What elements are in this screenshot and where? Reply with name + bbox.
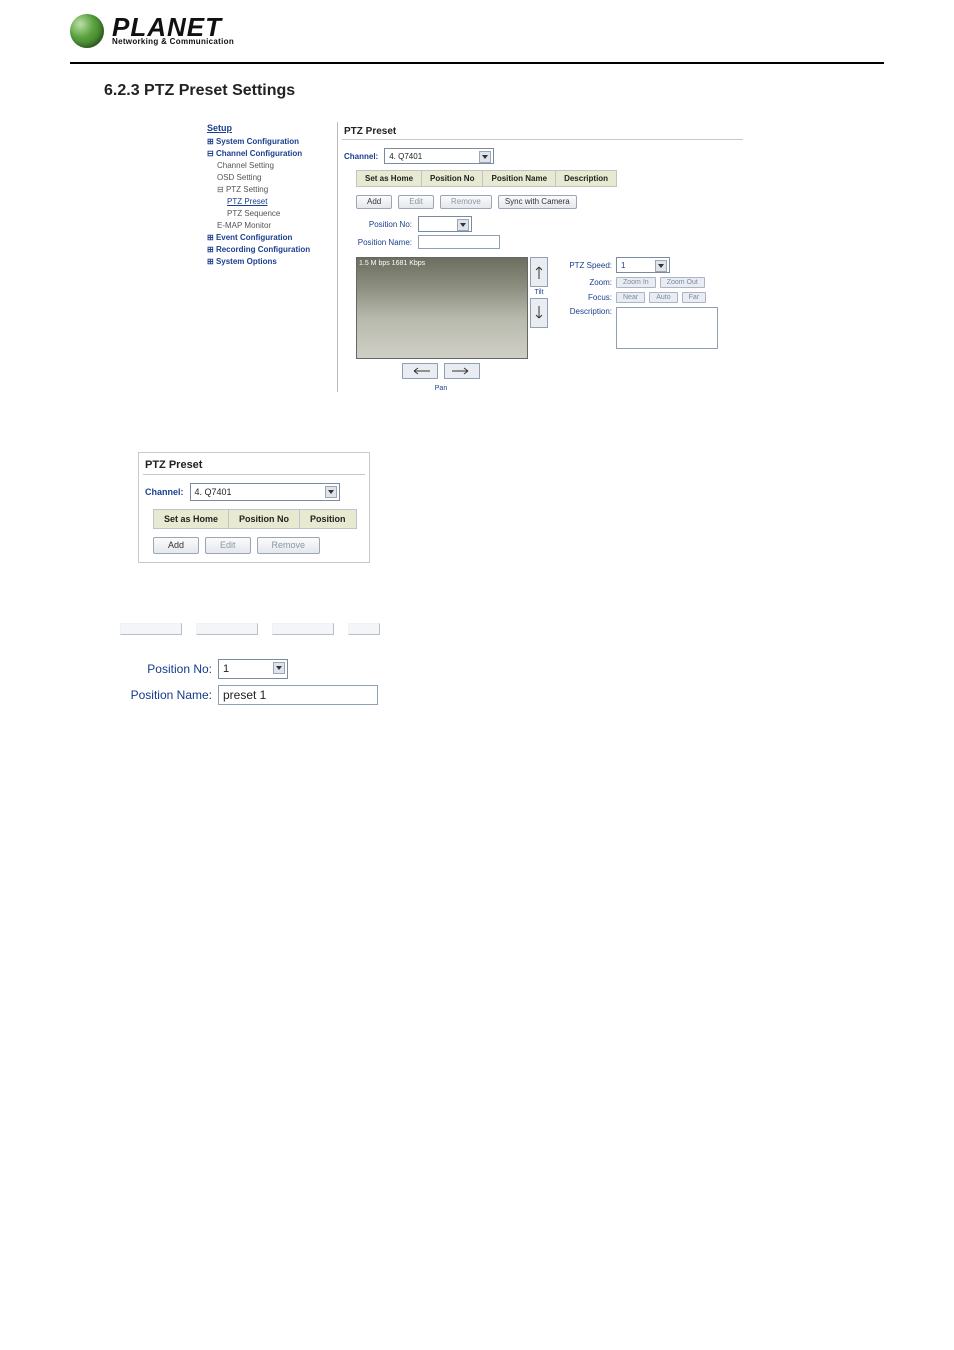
add-button[interactable]: Add	[356, 195, 392, 209]
remove-button[interactable]: Remove	[440, 195, 492, 209]
crop2-title: PTZ Preset	[139, 453, 369, 474]
tilt-label: Tilt	[534, 289, 543, 296]
ghost-button	[196, 623, 258, 635]
pan-right-button[interactable]	[444, 363, 480, 379]
col-description: Description	[556, 171, 616, 186]
focus-far-button[interactable]: Far	[682, 292, 707, 303]
focus-auto-button[interactable]: Auto	[649, 292, 677, 303]
crop3-position-name-input[interactable]: preset 1	[218, 685, 378, 705]
chevron-down-icon	[457, 219, 469, 231]
camera-preview: 1.5 M bps 1681 Kbps Pan	[356, 257, 526, 392]
brand-tagline: Networking & Communication	[112, 37, 234, 46]
crop3-position-no-label: Position No:	[120, 662, 212, 676]
position-no-select[interactable]	[418, 216, 472, 232]
screenshot-main: Setup ⊞ System Configuration ⊟ Channel C…	[207, 122, 747, 392]
nav-sidebar: Setup ⊞ System Configuration ⊟ Channel C…	[207, 122, 327, 392]
sidebar-item-system-options[interactable]: ⊞ System Options	[207, 256, 327, 268]
col-position-name: Position Name	[483, 171, 556, 186]
ghost-button	[348, 623, 380, 635]
camera-overlay: 1.5 M bps 1681 Kbps	[359, 260, 425, 267]
zoom-label: Zoom:	[562, 278, 612, 287]
position-name-label: Position Name:	[356, 238, 412, 247]
tilt-down-button[interactable]	[530, 298, 548, 328]
sidebar-item-ptz-setting[interactable]: ⊟ PTZ Setting	[207, 184, 327, 196]
sidebar-item-channel-config[interactable]: ⊟ Channel Configuration	[207, 148, 327, 160]
crop2-channel-select[interactable]: 4. Q7401	[190, 483, 340, 501]
col-set-as-home: Set as Home	[357, 171, 422, 186]
crop2-col3: Position	[300, 510, 356, 528]
sidebar-item-ptz-preset[interactable]: PTZ Preset	[207, 196, 327, 208]
ptz-preset-panel: PTZ Preset Channel: 4. Q7401 Set as Home…	[337, 122, 747, 392]
crop2-col1: Set as Home	[154, 510, 229, 528]
sidebar-item-ptz-sequence[interactable]: PTZ Sequence	[207, 208, 327, 220]
zoom-in-button[interactable]: Zoom In	[616, 277, 656, 288]
preset-table: Set as Home Position No Position Name De…	[356, 170, 617, 187]
screenshot-crop-channel: PTZ Preset Channel: 4. Q7401 Set as Home…	[138, 452, 370, 563]
sidebar-item-system-config[interactable]: ⊞ System Configuration	[207, 136, 327, 148]
ghost-button	[120, 623, 182, 635]
chevron-down-icon	[325, 486, 337, 498]
focus-near-button[interactable]: Near	[616, 292, 645, 303]
edit-button[interactable]: Edit	[398, 195, 434, 209]
crop2-table: Set as Home Position No Position	[153, 509, 357, 529]
ptz-controls: PTZ Speed: 1 Zoom: Zoom In Zoom Out Focu…	[562, 257, 718, 353]
sidebar-title[interactable]: Setup	[207, 122, 327, 136]
screenshot-crop-position: Position No: 1 Position Name: preset 1	[120, 623, 400, 705]
sidebar-item-recording-config[interactable]: ⊞ Recording Configuration	[207, 244, 327, 256]
brand-header: PLANET Networking & Communication	[0, 0, 954, 56]
section-heading: 6.2.3 PTZ Preset Settings	[104, 82, 954, 100]
sidebar-item-event-config[interactable]: ⊞ Event Configuration	[207, 232, 327, 244]
crop3-position-name-label: Position Name:	[120, 688, 212, 702]
ptz-speed-label: PTZ Speed:	[562, 261, 612, 270]
brand-name: PLANET	[112, 16, 234, 39]
crop2-col2: Position No	[229, 510, 300, 528]
crop2-channel-label: Channel:	[145, 487, 184, 497]
crop2-add-button[interactable]: Add	[153, 537, 199, 554]
channel-select[interactable]: 4. Q7401	[384, 148, 494, 164]
description-textarea[interactable]	[616, 307, 718, 349]
pan-label: Pan	[435, 385, 447, 392]
sidebar-item-emap[interactable]: E-MAP Monitor	[207, 220, 327, 232]
crop2-remove-button[interactable]: Remove	[257, 537, 321, 554]
panel-title: PTZ Preset	[338, 122, 747, 139]
focus-label: Focus:	[562, 293, 612, 302]
description-label: Description:	[562, 307, 612, 316]
pan-left-button[interactable]	[402, 363, 438, 379]
channel-label: Channel:	[344, 152, 378, 161]
sidebar-item-osd-setting[interactable]: OSD Setting	[207, 172, 327, 184]
tilt-up-button[interactable]	[530, 257, 548, 287]
zoom-out-button[interactable]: Zoom Out	[660, 277, 705, 288]
sync-button[interactable]: Sync with Camera	[498, 195, 577, 209]
chevron-down-icon	[479, 151, 491, 163]
position-name-input[interactable]	[418, 235, 500, 249]
crop2-edit-button[interactable]: Edit	[205, 537, 251, 554]
col-position-no: Position No	[422, 171, 483, 186]
logo-icon	[70, 14, 104, 48]
position-no-label: Position No:	[356, 220, 412, 229]
ghost-button-row	[120, 623, 400, 635]
chevron-down-icon	[655, 260, 667, 272]
ptz-speed-select[interactable]: 1	[616, 257, 670, 273]
chevron-down-icon	[273, 662, 285, 674]
header-divider	[70, 62, 884, 64]
sidebar-item-channel-setting[interactable]: Channel Setting	[207, 160, 327, 172]
ghost-button	[272, 623, 334, 635]
crop3-position-no-select[interactable]: 1	[218, 659, 288, 679]
